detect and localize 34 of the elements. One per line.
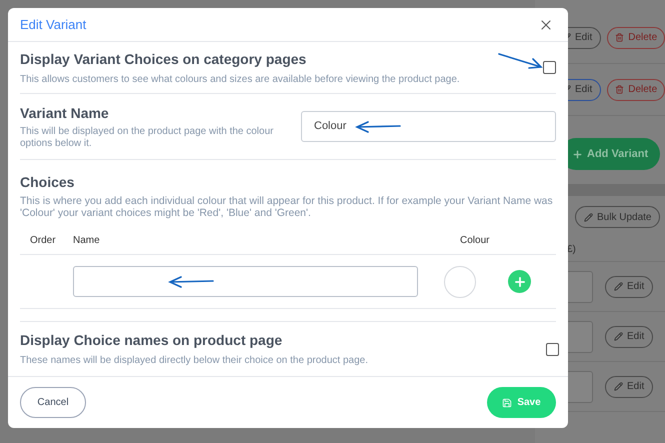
section-description: This will be displayed on the product page with the colour options below it. — [20, 126, 274, 150]
field-value: Colour — [314, 119, 346, 134]
section-title: Display Choice names on product page — [20, 331, 284, 350]
delete-button[interactable]: Delete — [607, 26, 665, 48]
section-description: These names will be displayed directly below their choice on the product page. — [20, 354, 368, 368]
checkbox[interactable] — [546, 342, 559, 356]
delete-button[interactable]: Delete — [607, 78, 665, 100]
checkbox[interactable] — [543, 61, 556, 74]
variant-name-field[interactable]: Colour — [301, 111, 556, 142]
section-title: Variant Name — [20, 104, 110, 124]
choice-name-field[interactable] — [73, 266, 418, 298]
save-button[interactable]: Save — [487, 387, 556, 418]
arrow-annotation — [497, 50, 543, 71]
trash-icon — [615, 85, 624, 94]
section-title: Choices — [20, 173, 76, 192]
edit-button[interactable]: Edit — [605, 376, 654, 398]
arrow-annotation — [354, 120, 402, 133]
bulk-update-button[interactable]: Bulk Update — [575, 206, 660, 228]
section-description: This allows customers to see what colours and sizes are available before viewing the product page. — [20, 72, 460, 87]
section-title: Display Variant Choices on category pages — [20, 50, 308, 69]
plus-icon — [572, 148, 583, 160]
cancel-button[interactable]: Cancel — [20, 387, 86, 418]
column-header: Name — [73, 234, 101, 248]
section-description: This is where you add each individual colour that will appear for this product. If for example your Variant Name was 'Colour' your variant choices might be 'Red', 'Blue' and 'Green'. — [20, 195, 554, 220]
edit-button[interactable]: Edit — [605, 326, 654, 348]
save-icon — [502, 398, 512, 408]
colour-swatch[interactable] — [444, 266, 476, 298]
trash-icon — [615, 33, 624, 42]
column-header: Order — [29, 234, 57, 248]
column-header: Colour — [460, 234, 490, 248]
edit-button[interactable]: Edit — [605, 276, 654, 298]
plus-icon — [512, 274, 526, 289]
dialog-title: Edit Variant — [20, 16, 86, 34]
arrow-annotation — [167, 276, 215, 288]
